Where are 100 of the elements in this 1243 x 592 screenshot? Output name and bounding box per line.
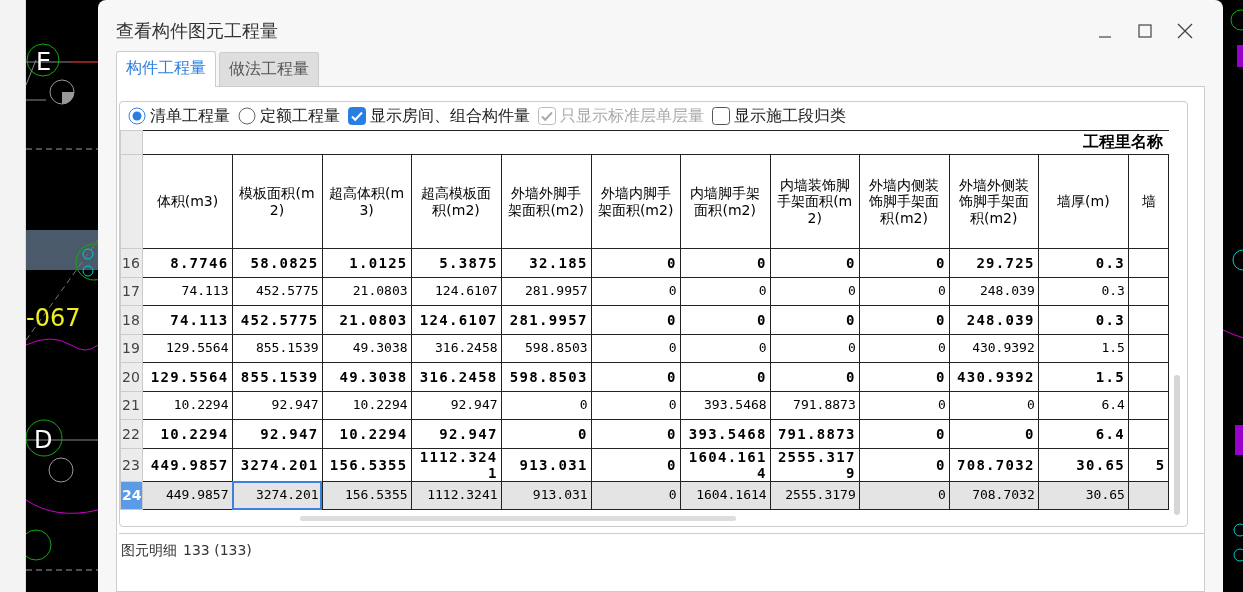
table-cell: 0 — [859, 448, 950, 482]
table-cell: 10.2294 — [322, 391, 412, 420]
scrollbar-thumb[interactable] — [300, 516, 736, 522]
table-cell: 913.031 — [501, 481, 592, 510]
column-header: 超高模板面积(m2) — [411, 154, 502, 249]
row-number[interactable]: 21 — [120, 391, 143, 420]
table-cell: 0.3 — [1038, 305, 1129, 334]
column-header: 内墙脚手架面积(m2) — [680, 154, 771, 249]
table-cell: 0 — [591, 277, 681, 306]
table-cell: 598.8503 — [501, 334, 592, 363]
group-header: 工程里名称 — [1082, 132, 1163, 151]
table-cell: 21.0803 — [322, 277, 412, 306]
table-cell: 156.5355 — [322, 481, 412, 510]
table-cell: 0 — [591, 305, 681, 334]
table-cell: 248.039 — [949, 305, 1039, 334]
table-cell: 74.113 — [143, 277, 233, 306]
table-cell: 3274.201 — [232, 481, 323, 510]
table-cell: 393.5468 — [680, 419, 771, 448]
column-header: 墙厚(m) — [1038, 154, 1129, 249]
table-cell: 49.3038 — [322, 334, 412, 363]
table-cell: 449.9857 — [143, 448, 233, 482]
maximize-icon — [1138, 24, 1152, 38]
table-cell: 0 — [680, 305, 771, 334]
table-cell: 0.3 — [1038, 248, 1129, 277]
details-label: 图元明细 — [121, 542, 177, 561]
details-count: 133 (133) — [183, 542, 252, 561]
table-cell: 92.947 — [411, 419, 502, 448]
table-cell: 248.039 — [949, 277, 1039, 306]
row-number[interactable]: 17 — [120, 277, 143, 306]
column-header: 模板面积(m2) — [232, 154, 323, 249]
table-cell: 1.5 — [1038, 362, 1129, 391]
column-header: 内墙装饰脚手架面积(m2) — [770, 154, 860, 249]
window-title: 查看构件图元工程量 — [116, 19, 279, 43]
table-cell: 92.947 — [232, 419, 323, 448]
column-header: 外墙外侧装饰脚手架面积(m2) — [949, 154, 1039, 249]
table-cell: 913.031 — [501, 448, 592, 482]
table-cell: 1112.3241 — [411, 448, 502, 482]
table-cell: 0 — [859, 362, 950, 391]
column-header: 墙 — [1128, 154, 1169, 249]
table-cell: 129.5564 — [143, 334, 233, 363]
table-cell: 0 — [501, 391, 592, 420]
row-number[interactable]: 18 — [120, 305, 143, 334]
table-cell: 10.2294 — [143, 419, 233, 448]
option-label: 显示房间、组合构件量 — [370, 105, 530, 127]
table-cell: 708.7032 — [949, 448, 1039, 482]
table-cell: 2555.3179 — [770, 448, 860, 482]
table-cell: 0 — [680, 334, 771, 363]
tab[interactable]: 构件工程量 — [116, 51, 216, 87]
table-cell: 0 — [859, 391, 950, 420]
table-cell: 21.0803 — [322, 305, 412, 334]
row-number[interactable]: 19 — [120, 334, 143, 363]
table-cell: 0 — [591, 362, 681, 391]
tab[interactable]: 做法工程量 — [219, 52, 319, 86]
table-cell: 0 — [770, 248, 860, 277]
table-cell: 92.947 — [411, 391, 502, 420]
table-cell: 0 — [859, 419, 950, 448]
row-number[interactable]: 16 — [120, 248, 143, 277]
table-cell: 855.1539 — [232, 334, 323, 363]
dimension-label: -067 — [26, 304, 81, 332]
table-cell: 281.9957 — [501, 277, 592, 306]
table-cell: 598.8503 — [501, 362, 592, 391]
table-cell: 92.947 — [232, 391, 323, 420]
table-cell: 452.5775 — [232, 277, 323, 306]
row-number[interactable]: 23 — [120, 448, 143, 482]
table-cell: 6.4 — [1038, 419, 1129, 448]
table-cell: 0 — [770, 362, 860, 391]
scrollbar-thumb[interactable] — [1174, 375, 1181, 515]
table-cell: 129.5564 — [143, 362, 233, 391]
radio-button[interactable] — [128, 107, 146, 125]
table-cell: 10.2294 — [143, 391, 233, 420]
table-cell: 29.725 — [949, 248, 1039, 277]
checkbox[interactable] — [348, 107, 366, 125]
table-cell: 1.5 — [1038, 334, 1129, 363]
checkbox[interactable] — [712, 107, 730, 125]
table-cell: 0 — [591, 334, 681, 363]
row-number[interactable]: 22 — [120, 419, 143, 448]
table-cell: 1604.1614 — [680, 448, 771, 482]
minimize-icon — [1098, 36, 1112, 38]
table-cell: 449.9857 — [143, 481, 233, 510]
table-cell: 393.5468 — [680, 391, 771, 420]
table-cell: 791.8873 — [770, 419, 860, 448]
option-label: 显示施工段归类 — [734, 105, 846, 127]
column-header: 超高体积(m3) — [322, 154, 412, 249]
table-cell: 0 — [949, 419, 1039, 448]
grid-label: D — [34, 426, 53, 454]
table-cell: 0 — [859, 248, 950, 277]
table-cell: 1604.1614 — [680, 481, 771, 510]
table-cell: 156.5355 — [322, 448, 412, 482]
grid-label: E — [36, 48, 52, 76]
table-cell: 0 — [949, 391, 1039, 420]
table-cell: 0 — [859, 277, 950, 306]
table-cell: 2555.3179 — [770, 481, 860, 510]
radio-button[interactable] — [238, 107, 256, 125]
table-cell: 430.9392 — [949, 334, 1039, 363]
table-cell: 1112.3241 — [411, 481, 502, 510]
table-cell: 0 — [859, 481, 950, 510]
row-number[interactable]: 20 — [120, 362, 143, 391]
table-cell: 49.3038 — [322, 362, 412, 391]
table-cell: 32.185 — [501, 248, 592, 277]
table-cell: 124.6107 — [411, 277, 502, 306]
